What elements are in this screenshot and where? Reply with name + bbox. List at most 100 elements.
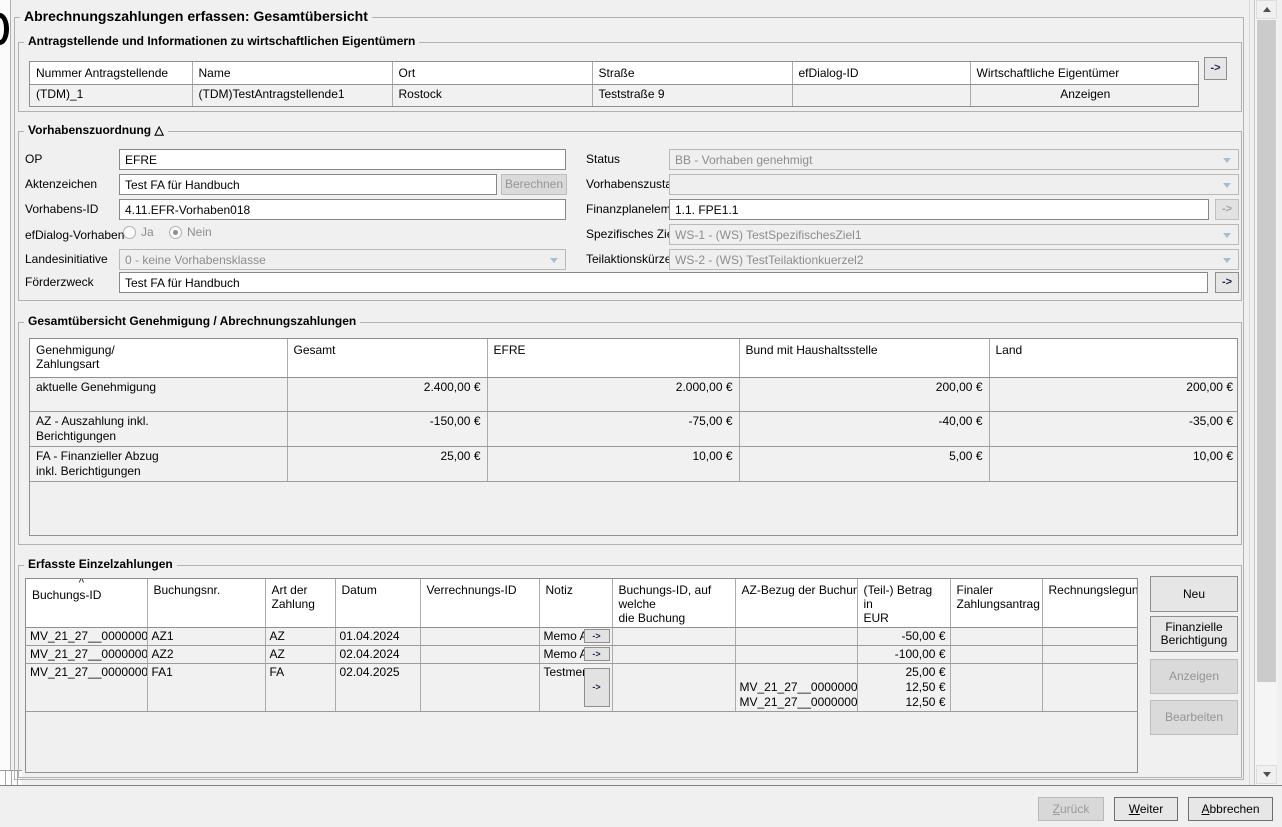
note-forward-button[interactable]: ->	[584, 629, 610, 643]
chevron-down-icon	[1223, 158, 1231, 163]
foerderzweck-forward-button[interactable]: ->	[1215, 272, 1239, 293]
column-header-notiz[interactable]: Notiz	[539, 579, 612, 628]
column-header-efdialog-id: efDialog-ID	[792, 62, 970, 84]
note-forward-button[interactable]: ->	[584, 668, 610, 707]
cell-art: aktuelle Genehmigung	[30, 377, 287, 411]
left-window-edge	[0, 0, 11, 785]
spezifisches-ziel-select: WS-1 - (WS) TestSpezifischesZiel1	[669, 224, 1239, 245]
payment-row[interactable]: MV_21_27__0000000061 FA1 FA 02.04.2025 T…	[26, 664, 1138, 712]
column-header-verrechnungs-id[interactable]: Verrechnungs-ID	[420, 579, 539, 628]
cell-buchungsnr: FA1	[147, 664, 265, 712]
finanzplanelement-input[interactable]: 1.1. FPE1.1	[669, 199, 1209, 220]
column-header-bezug-id[interactable]: Buchungs-ID, auf welche die Buchung	[612, 579, 735, 628]
cell-verrechnung	[420, 646, 539, 664]
cell-verrechnung	[420, 628, 539, 646]
status-value: BB - Vorhaben genehmigt	[675, 153, 812, 167]
cell-betrag: -50,00 €	[857, 628, 950, 646]
scroll-up-button[interactable]	[1256, 0, 1277, 19]
teilaktionskuerzel-value: WS-2 - (WS) TestTeilaktionkuerzel2	[675, 253, 864, 267]
cell-art: AZ	[265, 628, 335, 646]
overview-row: AZ - Auszahlung inkl. Berichtigungen -15…	[30, 411, 1238, 446]
anzeigen-button: Anzeigen	[1150, 659, 1238, 694]
cell-notiz: Testmem ->	[539, 664, 612, 712]
finanzielle-berichtigung-button[interactable]: Finanzielle Berichtigung	[1150, 616, 1238, 652]
column-header-finaler[interactable]: Finaler Zahlungsantrag	[950, 579, 1042, 628]
status-select: BB - Vorhaben genehmigt	[669, 149, 1239, 170]
cell-finaler	[950, 646, 1042, 664]
overview-groupbox: Gesamtübersicht Genehmigung / Abrechnung…	[18, 322, 1242, 545]
cell-bund: 5,00 €	[739, 446, 989, 481]
berechnen-button: Berechnen	[501, 174, 567, 195]
cell-ort: Rostock	[392, 84, 592, 106]
cell-name: (TDM)TestAntragstellende1	[192, 84, 392, 106]
collapse-indicator-icon[interactable]: △	[154, 123, 163, 137]
neu-button[interactable]: Neu	[1150, 576, 1238, 612]
next-button-label: Weiter	[1129, 802, 1163, 816]
cancel-button-label: Abbrechen	[1201, 802, 1259, 816]
overview-legend: Gesamtübersicht Genehmigung / Abrechnung…	[24, 314, 360, 328]
cell-notiz: Memo AZ ->	[539, 646, 612, 664]
cell-verrechnung	[420, 664, 539, 712]
column-header-efre: EFRE	[487, 339, 739, 377]
column-header-art[interactable]: Art der Zahlung	[265, 579, 335, 628]
radio-nein-label: Nein	[187, 225, 212, 239]
cell-gesamt: 2.400,00 €	[287, 377, 487, 411]
cell-buchungsnr: AZ1	[147, 628, 265, 646]
cell-art: AZ	[265, 646, 335, 664]
spezifisches-ziel-label: Spezifisches Ziel	[586, 227, 676, 241]
cancel-button[interactable]: Abbrechen	[1188, 797, 1273, 821]
column-header-strasse: Straße	[592, 62, 792, 84]
landesinitiative-value: 0 - keine Vorhabensklasse	[125, 253, 266, 267]
vorhabens-id-input[interactable]: 4.11.EFR-Vorhaben018	[119, 199, 566, 220]
aktenzeichen-label: Aktenzeichen	[25, 177, 97, 191]
vertical-scrollbar[interactable]	[1254, 0, 1277, 785]
column-header-land: Land	[989, 339, 1238, 377]
radio-nein-icon	[169, 226, 182, 239]
foerderzweck-label: Förderzweck	[25, 275, 94, 289]
column-header-betrag[interactable]: (Teil-) Betrag in EUR	[857, 579, 950, 628]
chevron-up-icon	[1263, 7, 1271, 12]
cell-rechnungslegung	[1042, 646, 1138, 664]
column-header-az-bezug[interactable]: AZ-Bezug der Buchung	[735, 579, 857, 628]
scroll-down-button[interactable]	[1256, 765, 1277, 784]
column-header-nummer: Nummer Antragstellende	[30, 62, 192, 84]
applicant-row[interactable]: (TDM)_1 (TDM)TestAntragstellende1 Rostoc…	[30, 84, 1199, 106]
cell-efre: 2.000,00 €	[487, 377, 739, 411]
op-label: OP	[25, 152, 42, 166]
teilaktionskuerzel-label: Teilaktionskürzel	[586, 252, 674, 266]
show-owners-button[interactable]: Anzeigen	[970, 84, 1199, 106]
cell-notiz: Memo AZ ->	[539, 628, 612, 646]
next-button[interactable]: Weiter	[1114, 797, 1178, 821]
scroll-thumb[interactable]	[1257, 20, 1276, 682]
column-header-buchungs-id[interactable]: ^ Buchungs-ID	[26, 579, 147, 628]
cell-bezug	[612, 664, 735, 712]
cell-land: 200,00 €	[989, 377, 1238, 411]
cell-buchungs-id: MV_21_27__0000000055	[26, 628, 147, 646]
teilaktionskuerzel-select: WS-2 - (WS) TestTeilaktionkuerzel2	[669, 249, 1239, 270]
payment-row[interactable]: MV_21_27__0000000056 AZ2 AZ 02.04.2024 M…	[26, 646, 1138, 664]
note-forward-button[interactable]: ->	[584, 647, 610, 661]
finanzplanelement-forward-button: ->	[1215, 199, 1239, 220]
aktenzeichen-input[interactable]: Test FA für Handbuch	[119, 174, 497, 195]
vorhabens-id-label: Vorhabens-ID	[25, 202, 98, 216]
column-header-zahlungsart: Genehmigung/ Zahlungsart	[30, 339, 287, 377]
vorhabenszustand-select	[669, 174, 1239, 195]
applicant-legend: Antragstellende und Informationen zu wir…	[24, 34, 419, 48]
column-header-buchungsnr[interactable]: Buchungsnr.	[147, 579, 265, 628]
foerderzweck-input[interactable]: Test FA für Handbuch	[119, 272, 1208, 293]
payments-legend: Erfasste Einzelzahlungen	[24, 557, 177, 571]
cell-buchungsnr: AZ2	[147, 646, 265, 664]
cell-gesamt: 25,00 €	[287, 446, 487, 481]
payments-groupbox: Erfasste Einzelzahlungen ^ Buchungs-ID B…	[18, 565, 1242, 778]
column-header-ort: Ort	[392, 62, 592, 84]
back-button-label: Zurück	[1053, 802, 1090, 816]
cell-finaler	[950, 664, 1042, 712]
column-header-datum[interactable]: Datum	[335, 579, 420, 628]
column-header-rechnungslegung[interactable]: Rechnungslegung	[1042, 579, 1138, 628]
column-header-name: Name	[192, 62, 392, 84]
applicant-forward-button[interactable]: ->	[1204, 57, 1227, 80]
op-input[interactable]: EFRE	[119, 149, 566, 170]
payment-row[interactable]: MV_21_27__0000000055 AZ1 AZ 01.04.2024 M…	[26, 628, 1138, 646]
cell-efre: 10,00 €	[487, 446, 739, 481]
chevron-down-icon	[1223, 258, 1231, 263]
